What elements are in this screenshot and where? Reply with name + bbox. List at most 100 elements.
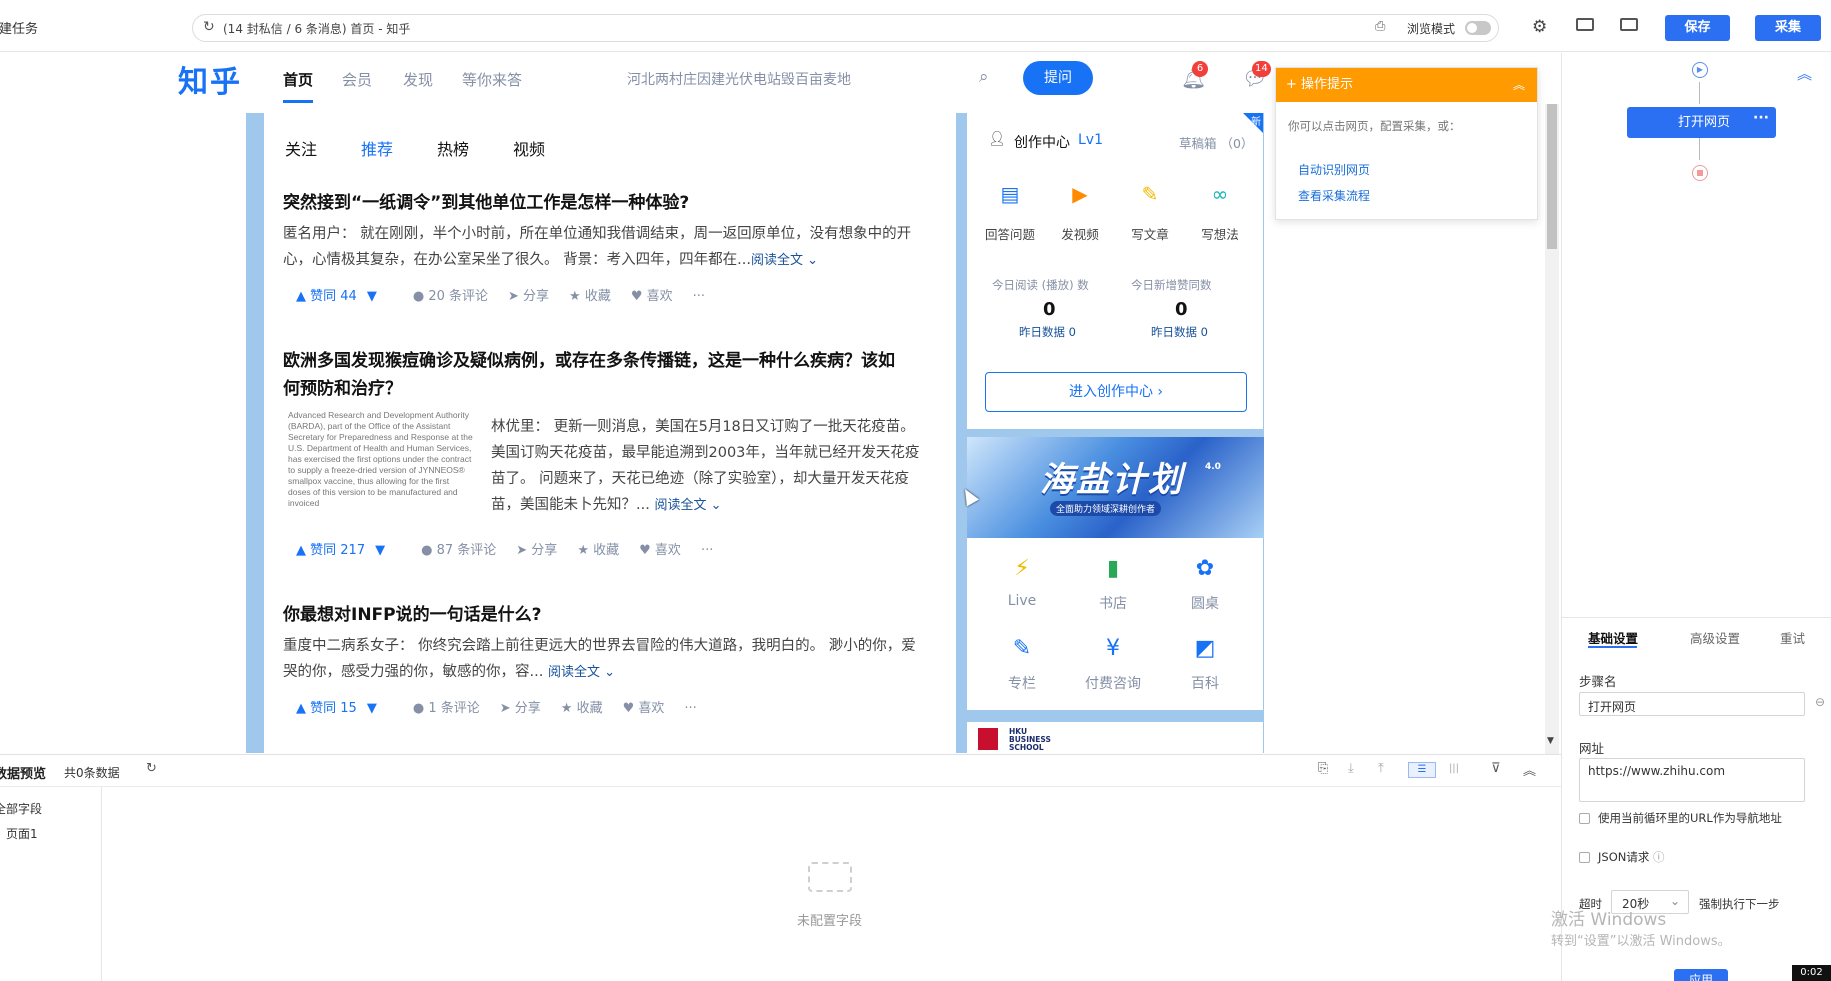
tab-retry[interactable]: 重试	[1780, 628, 1805, 647]
downvote-button[interactable]: ▼	[366, 289, 377, 304]
nav-member[interactable]: 会员	[342, 69, 372, 90]
idea-icon[interactable]: ∞	[1205, 182, 1235, 206]
address-text[interactable]: (14 封私信 / 6 条消息) 首页 - 知乎	[223, 20, 410, 37]
tab-recommend[interactable]: 推荐	[361, 136, 393, 160]
service-paid-consult[interactable]: 付费咨询	[1083, 673, 1143, 693]
column-view-icon[interactable]: |||	[1440, 762, 1468, 778]
more-button[interactable]: ···	[693, 289, 705, 304]
nav-home[interactable]: 首页	[283, 69, 313, 90]
downvote-button[interactable]: ▼	[366, 701, 377, 716]
question-title[interactable]: 欧洲多国发现猴痘确诊及疑似病例，或存在多条传播链，这是一种什么疾病？该如 何预防…	[283, 347, 935, 403]
like-button[interactable]: ♥ 喜欢	[631, 285, 673, 304]
bookstore-icon[interactable]: ▮	[1083, 556, 1143, 581]
apply-button[interactable]: 应用	[1674, 969, 1728, 981]
favorite-button[interactable]: ★ 收藏	[569, 285, 611, 304]
export-icon[interactable]: ⎘	[1318, 761, 1328, 776]
filter-icon[interactable]: ⊽	[1491, 761, 1501, 776]
share-button[interactable]: ➤ 分享	[500, 697, 541, 716]
nav-waiting[interactable]: 等你来答	[462, 69, 522, 90]
answer-icon[interactable]: ▤	[995, 182, 1025, 206]
json-request-checkbox[interactable]	[1579, 852, 1590, 863]
tab-basic-settings[interactable]: 基础设置	[1588, 628, 1638, 647]
creator-level[interactable]: Lv1	[1078, 132, 1103, 148]
read-more-link[interactable]: 阅读全文 ⌄	[548, 665, 615, 680]
field-all[interactable]: 全部字段	[0, 800, 42, 817]
share-button[interactable]: ➤ 分享	[508, 285, 549, 304]
flow-step-more-icon[interactable]: ···	[1753, 110, 1769, 126]
like-button[interactable]: ♥ 喜欢	[639, 539, 681, 558]
layout-vertical-icon[interactable]	[1620, 18, 1638, 31]
reload-icon[interactable]: ↻	[203, 19, 215, 35]
quick-idea[interactable]: 写想法	[1190, 224, 1250, 243]
play-icon[interactable]: ▶	[1692, 62, 1708, 78]
service-live[interactable]: Live	[992, 593, 1052, 609]
upvote-button[interactable]: ▲ 赞同 44	[296, 285, 357, 304]
save-button[interactable]: 保存	[1665, 15, 1730, 41]
scroll-down-arrow[interactable]: ▼	[1547, 736, 1554, 746]
comment-button[interactable]: ● 87 条评论	[421, 539, 496, 558]
use-loop-url-option[interactable]: 使用当前循环里的URL作为导航地址	[1579, 810, 1782, 826]
service-bookstore[interactable]: 书店	[1083, 593, 1143, 613]
upvote-button[interactable]: ▲ 赞同 217	[296, 539, 366, 558]
upvote-button[interactable]: ▲ 赞同 15	[296, 697, 357, 716]
favorite-button[interactable]: ★ 收藏	[561, 697, 603, 716]
auto-detect-link[interactable]: 自动识别网页	[1298, 161, 1370, 178]
quick-answer[interactable]: 回答问题	[980, 224, 1040, 243]
downvote-button[interactable]: ▼	[375, 543, 386, 558]
help-icon[interactable]: ⓘ	[1653, 850, 1665, 864]
collapse-up-icon[interactable]: ︽	[1523, 760, 1536, 779]
like-button[interactable]: ♥ 喜欢	[623, 697, 665, 716]
live-icon[interactable]: ⚡	[992, 556, 1052, 581]
read-more-link[interactable]: 阅读全文 ⌄	[751, 253, 818, 268]
ask-button[interactable]: 提问	[1023, 61, 1093, 95]
browse-mode-toggle[interactable]	[1465, 21, 1491, 35]
quick-video[interactable]: 发视频	[1050, 224, 1110, 243]
comment-button[interactable]: ● 1 条评论	[413, 697, 480, 716]
tab-video[interactable]: 视频	[513, 136, 545, 160]
answer-excerpt[interactable]: 重度中二病系女子： 你终究会踏上前往更远大的世界去冒险的伟大道路，我明白的。 渺…	[283, 633, 916, 686]
enter-creator-center-button[interactable]: 进入创作中心 ›	[985, 372, 1247, 412]
upload-icon[interactable]: ⤒	[1378, 761, 1384, 776]
collapse-icon[interactable]: ︽	[1513, 68, 1525, 102]
element-picker-icon[interactable]: ⎙	[1375, 19, 1385, 34]
tab-advanced-settings[interactable]: 高级设置	[1690, 628, 1740, 647]
new-task-tab[interactable]: 新建任务	[0, 18, 38, 37]
share-button[interactable]: ➤ 分享	[516, 539, 557, 558]
roundtable-icon[interactable]: ✿	[1175, 556, 1235, 581]
url-textarea[interactable]: https://www.zhihu.com	[1579, 758, 1805, 802]
search-icon[interactable]: ⌕	[979, 67, 989, 87]
favorite-button[interactable]: ★ 收藏	[577, 539, 619, 558]
article-icon[interactable]: ✎	[1135, 182, 1165, 206]
zhihu-logo[interactable]: 知乎	[178, 57, 242, 101]
column-icon[interactable]: ✎	[992, 636, 1052, 661]
more-button[interactable]: ···	[701, 543, 713, 558]
gear-icon[interactable]: ⚙	[1532, 17, 1547, 37]
answer-excerpt[interactable]: 林优里： 更新一则消息，美国在5月18日又订购了一批天花疫苗。 美国订购天花疫苗…	[491, 414, 939, 519]
creator-center-title[interactable]: 创作中心	[1014, 132, 1070, 152]
use-loop-url-checkbox[interactable]	[1579, 813, 1590, 824]
service-roundtable[interactable]: 圆桌	[1175, 593, 1235, 613]
tab-hot[interactable]: 热榜	[437, 136, 469, 160]
read-more-link[interactable]: 阅读全文 ⌄	[654, 498, 721, 513]
refresh-icon[interactable]: ↻	[146, 761, 157, 776]
answer-thumbnail[interactable]: Advanced Research and Development Author…	[288, 410, 473, 520]
scrollbar-thumb[interactable]	[1547, 104, 1557, 249]
paid-consult-icon[interactable]: ¥	[1083, 636, 1143, 661]
quick-article[interactable]: 写文章	[1120, 224, 1180, 243]
json-request-option[interactable]: JSON请求 ⓘ	[1579, 849, 1665, 865]
video-icon[interactable]: ▶	[1065, 182, 1095, 206]
encyclopedia-icon[interactable]: ◩	[1175, 636, 1235, 661]
collapse-up-icon[interactable]: ︽	[1797, 63, 1812, 84]
search-hot-query[interactable]: 河北两村庄因建光伏电站毁百亩麦地	[627, 69, 851, 89]
service-encyclopedia[interactable]: 百科	[1175, 673, 1235, 693]
more-button[interactable]: ···	[684, 701, 696, 716]
hint-header[interactable]: + 操作提示 ︽	[1276, 68, 1537, 102]
field-page1[interactable]: 页面1	[6, 825, 38, 842]
nav-discover[interactable]: 发现	[403, 69, 433, 90]
edit-icon[interactable]: ⊖	[1815, 695, 1825, 709]
tab-follow[interactable]: 关注	[285, 136, 317, 160]
step-name-input[interactable]: 打开网页	[1579, 692, 1805, 716]
list-view-icon[interactable]: ☰	[1408, 762, 1436, 778]
comment-button[interactable]: ● 20 条评论	[413, 285, 488, 304]
question-title[interactable]: 突然接到“一纸调令”到其他单位工作是怎样一种体验?	[283, 189, 935, 217]
